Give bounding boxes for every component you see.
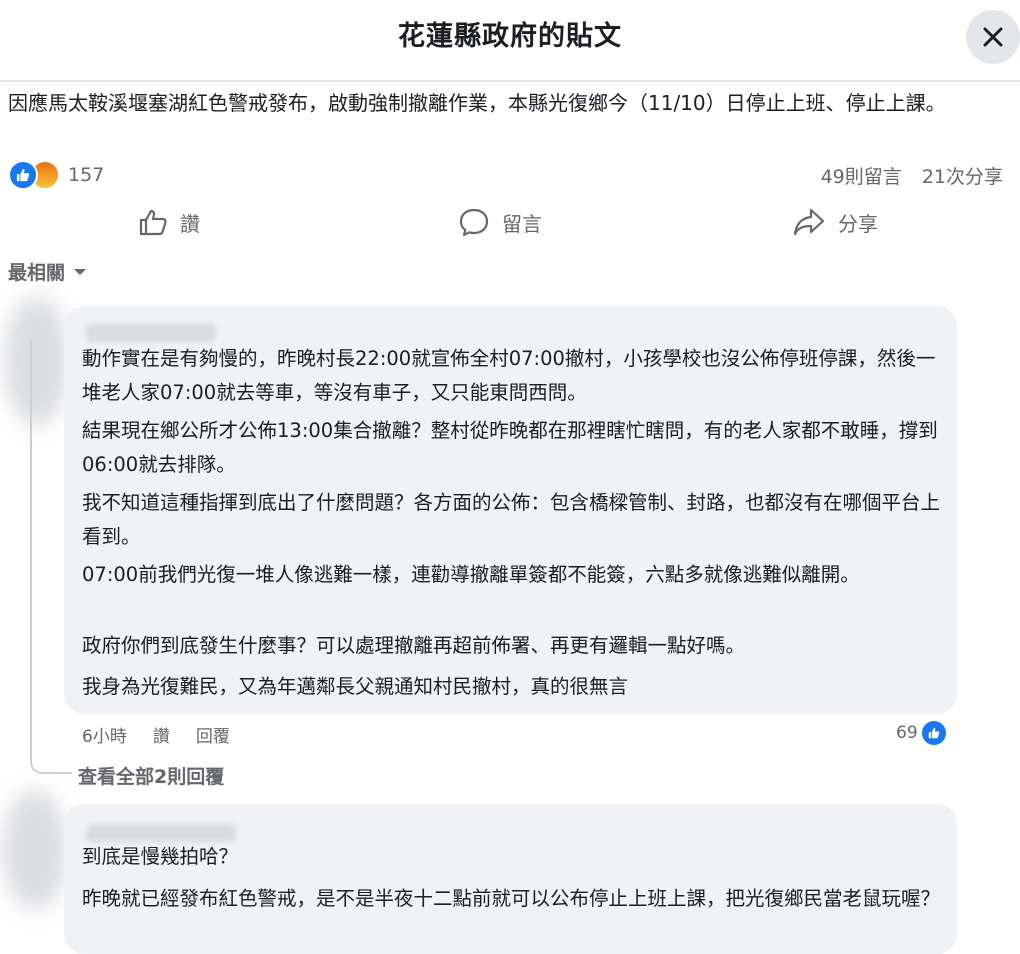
thumbs-up-icon (139, 209, 167, 236)
comment-time[interactable]: 6小時 (82, 722, 127, 747)
close-icon (983, 27, 1003, 47)
comment-paragraph: 07:00前我們光復一堆人像逃難一樣，連勸導撤離單簽都不能簽，六點多就像逃難似離… (82, 563, 860, 586)
post-stats: 157 49則留言 21次分享 (8, 160, 1003, 192)
comment-sort-dropdown[interactable]: 最相關 (8, 258, 87, 285)
like-reaction-icon (8, 160, 38, 190)
post-actions: 讚 留言 分享 (0, 200, 1020, 244)
comment-count[interactable]: 49則留言 (821, 166, 902, 188)
comment-paragraph: 我不知道這種指揮到底出了什麼問題？各方面的公佈：包含橋樑管制、封路，也都沒有在哪… (82, 491, 941, 548)
comment-like-count: 69 (896, 723, 918, 743)
comment-like-link[interactable]: 讚 (153, 722, 170, 747)
avatar[interactable] (2, 790, 68, 910)
post-text: 因應馬太鞍溪堰塞湖紅色警戒發布，啟動強制撤離作業，本縣光復鄉今（11/10）日停… (8, 91, 946, 115)
comment-paragraph: 昨晚就已經發布紅色警戒，是不是半夜十二點前就可以公布停止上班上課，把光復鄉民當老… (82, 887, 941, 910)
reaction-count: 157 (68, 164, 105, 186)
dialog-header: 花蓮縣政府的貼文 (0, 0, 1020, 82)
comment-paragraph: 結果現在鄉公所才公佈13:00集合撤離？整村從昨晚都在那裡瞎忙瞎問，有的老人家都… (82, 419, 938, 476)
view-replies-link[interactable]: 查看全部2則回覆 (78, 762, 224, 789)
comment-reactions[interactable]: 69 (896, 719, 948, 747)
comment-paragraph: 到底是慢幾拍哈？ (82, 845, 239, 868)
chevron-down-icon (74, 268, 87, 275)
comment-paragraph: 政府你們到底發生什麼事？可以處理撤離再超前佈署、再更有邏輯一點好嗎。 (82, 634, 746, 657)
comment-label: 留言 (502, 211, 542, 236)
like-label: 讚 (180, 211, 200, 236)
like-reaction-icon (919, 719, 948, 747)
share-arrow-icon (793, 208, 825, 236)
share-button[interactable]: 分享 (792, 200, 878, 244)
comment-reply-link[interactable]: 回覆 (196, 722, 230, 747)
comment-meta: 6小時 讚 回覆 (82, 721, 256, 747)
dialog-title: 花蓮縣政府的貼文 (398, 21, 622, 52)
speech-bubble-icon (459, 208, 489, 237)
comment-paragraph: 動作實在是有夠慢的，昨晚村長22:00就宣佈全村07:00撤村，小孩學校也沒公佈… (82, 347, 936, 404)
comment-paragraph: 我身為光復難民，又為年邁鄰長父親通知村民撤村，真的很無言 (82, 675, 629, 698)
sort-label: 最相關 (8, 262, 66, 284)
reactions-summary[interactable]: 157 (8, 160, 104, 190)
commenter-name[interactable] (86, 324, 216, 342)
comment-button[interactable]: 留言 (458, 200, 542, 244)
share-label: 分享 (838, 211, 878, 236)
close-button[interactable] (966, 10, 1020, 64)
like-button[interactable]: 讚 (138, 200, 200, 244)
share-count[interactable]: 21次分享 (922, 166, 1003, 188)
